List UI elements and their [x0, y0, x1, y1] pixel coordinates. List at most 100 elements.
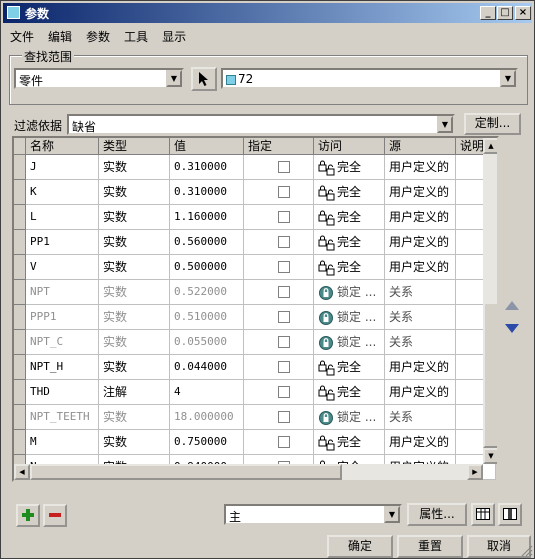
designate-checkbox[interactable] — [278, 161, 290, 173]
cell-name[interactable]: M — [26, 430, 99, 455]
cell-name[interactable]: PP1 — [26, 230, 99, 255]
vertical-scroll-thumb[interactable] — [483, 302, 497, 448]
cell-value[interactable]: 0.510000 — [170, 305, 244, 330]
cell-value[interactable]: 0.055000 — [170, 330, 244, 355]
designate-checkbox[interactable] — [278, 236, 290, 248]
cell-name[interactable]: L — [26, 205, 99, 230]
row-selector[interactable] — [14, 155, 26, 180]
customize-button[interactable]: 定制... — [464, 113, 521, 135]
cell-value[interactable]: 18.000000 — [170, 405, 244, 430]
scroll-up-arrow-icon[interactable]: ▲ — [483, 138, 497, 154]
row-selector[interactable] — [14, 330, 26, 355]
chevron-down-icon[interactable]: ▼ — [500, 70, 516, 87]
row-selector[interactable] — [14, 355, 26, 380]
cell-value[interactable]: 0.044000 — [170, 355, 244, 380]
vertical-scrollbar[interactable]: ▲ ▼ — [483, 138, 497, 464]
main-select[interactable]: 主 ▼ — [224, 504, 402, 525]
horizontal-scrollbar[interactable]: ◀ ▶ — [14, 464, 483, 480]
row-selector[interactable] — [14, 280, 26, 305]
select-pointer-button[interactable] — [191, 67, 217, 91]
reset-button[interactable]: 重置 — [397, 535, 463, 558]
cell-value[interactable]: 4 — [170, 380, 244, 405]
menu-tools[interactable]: 工具 — [117, 25, 155, 48]
designate-checkbox[interactable] — [278, 336, 290, 348]
cell-name[interactable]: NPT_C — [26, 330, 99, 355]
cell-name[interactable]: NPT — [26, 280, 99, 305]
close-button[interactable]: × — [515, 6, 531, 20]
cell-name[interactable]: K — [26, 180, 99, 205]
cell-name[interactable]: J — [26, 155, 99, 180]
table-row[interactable]: K 实数 0.310000 完全 用户定义的 — [14, 180, 496, 205]
cell-name[interactable]: THD — [26, 380, 99, 405]
chevron-down-icon[interactable]: ▼ — [384, 506, 400, 523]
horizontal-scroll-thumb[interactable] — [30, 464, 342, 480]
menu-edit[interactable]: 编辑 — [41, 25, 79, 48]
scroll-down-arrow-icon[interactable]: ▼ — [483, 448, 497, 464]
cell-name[interactable]: PPP1 — [26, 305, 99, 330]
cell-value[interactable]: 0.750000 — [170, 430, 244, 455]
table-view-button[interactable] — [471, 503, 495, 526]
designate-checkbox[interactable] — [278, 361, 290, 373]
table-row[interactable]: THD 注解 4 完全 用户定义的 — [14, 380, 496, 405]
move-down-icon[interactable] — [504, 323, 520, 335]
cell-name[interactable]: NPT_TEETH — [26, 405, 99, 430]
designate-checkbox[interactable] — [278, 386, 290, 398]
properties-button[interactable]: 属性... — [407, 503, 467, 526]
table-row[interactable]: J 实数 0.310000 完全 用户定义的 — [14, 155, 496, 180]
model-select[interactable]: 72 ▼ — [221, 68, 518, 89]
ok-button[interactable]: 确定 — [327, 535, 393, 558]
designate-checkbox[interactable] — [278, 436, 290, 448]
maximize-button[interactable]: □ — [497, 6, 513, 20]
cell-value[interactable]: 0.500000 — [170, 255, 244, 280]
move-up-icon[interactable] — [504, 299, 520, 311]
row-selector[interactable] — [14, 230, 26, 255]
row-selector[interactable] — [14, 255, 26, 280]
chevron-down-icon[interactable]: ▼ — [166, 70, 182, 87]
table-row[interactable]: NPT_H 实数 0.044000 完全 用户定义的 — [14, 355, 496, 380]
table-row[interactable]: NPT_TEETH 实数 18.000000 锁定 ... 关系 — [14, 405, 496, 430]
cell-value[interactable]: 0.310000 — [170, 155, 244, 180]
cell-name[interactable]: NPT_H — [26, 355, 99, 380]
row-selector[interactable] — [14, 305, 26, 330]
column-header-access[interactable]: 访问 — [314, 138, 385, 155]
table-row[interactable]: NPT 实数 0.522000 锁定 ... 关系 — [14, 280, 496, 305]
cell-value[interactable]: 0.310000 — [170, 180, 244, 205]
scroll-left-arrow-icon[interactable]: ◀ — [14, 464, 30, 480]
table-row[interactable]: PP1 实数 0.560000 完全 用户定义的 — [14, 230, 496, 255]
menu-parameters[interactable]: 参数 — [79, 25, 117, 48]
menu-display[interactable]: 显示 — [155, 25, 193, 48]
row-selector[interactable] — [14, 405, 26, 430]
table-row[interactable]: NPT_C 实数 0.055000 锁定 ... 关系 — [14, 330, 496, 355]
designate-checkbox[interactable] — [278, 286, 290, 298]
designate-checkbox[interactable] — [278, 311, 290, 323]
row-selector[interactable] — [14, 380, 26, 405]
column-header-name[interactable]: 名称 — [26, 138, 99, 155]
designate-checkbox[interactable] — [278, 211, 290, 223]
minimize-button[interactable]: _ — [480, 6, 496, 20]
row-selector[interactable] — [14, 430, 26, 455]
column-header-designate[interactable]: 指定 — [244, 138, 314, 155]
filter-select[interactable]: 缺省 ▼ — [67, 114, 455, 135]
scope-type-select[interactable]: 零件 ▼ — [14, 68, 184, 89]
cell-value[interactable]: 1.160000 — [170, 205, 244, 230]
designate-checkbox[interactable] — [278, 411, 290, 423]
add-parameter-button[interactable] — [16, 504, 40, 527]
cell-value[interactable]: 0.522000 — [170, 280, 244, 305]
scroll-right-arrow-icon[interactable]: ▶ — [467, 464, 483, 480]
table-row[interactable]: V 实数 0.500000 完全 用户定义的 — [14, 255, 496, 280]
column-header-type[interactable]: 类型 — [99, 138, 170, 155]
cell-name[interactable]: V — [26, 255, 99, 280]
table-row[interactable]: PPP1 实数 0.510000 锁定 ... 关系 — [14, 305, 496, 330]
resize-grip-icon[interactable] — [521, 545, 533, 557]
row-selector[interactable] — [14, 205, 26, 230]
chevron-down-icon[interactable]: ▼ — [437, 116, 453, 133]
table-row[interactable]: L 实数 1.160000 完全 用户定义的 — [14, 205, 496, 230]
column-view-button[interactable] — [498, 503, 522, 526]
designate-checkbox[interactable] — [278, 186, 290, 198]
designate-checkbox[interactable] — [278, 261, 290, 273]
menu-file[interactable]: 文件 — [3, 25, 41, 48]
remove-parameter-button[interactable] — [43, 504, 67, 527]
row-selector[interactable] — [14, 180, 26, 205]
column-header-source[interactable]: 源 — [385, 138, 456, 155]
column-header-value[interactable]: 值 — [170, 138, 244, 155]
